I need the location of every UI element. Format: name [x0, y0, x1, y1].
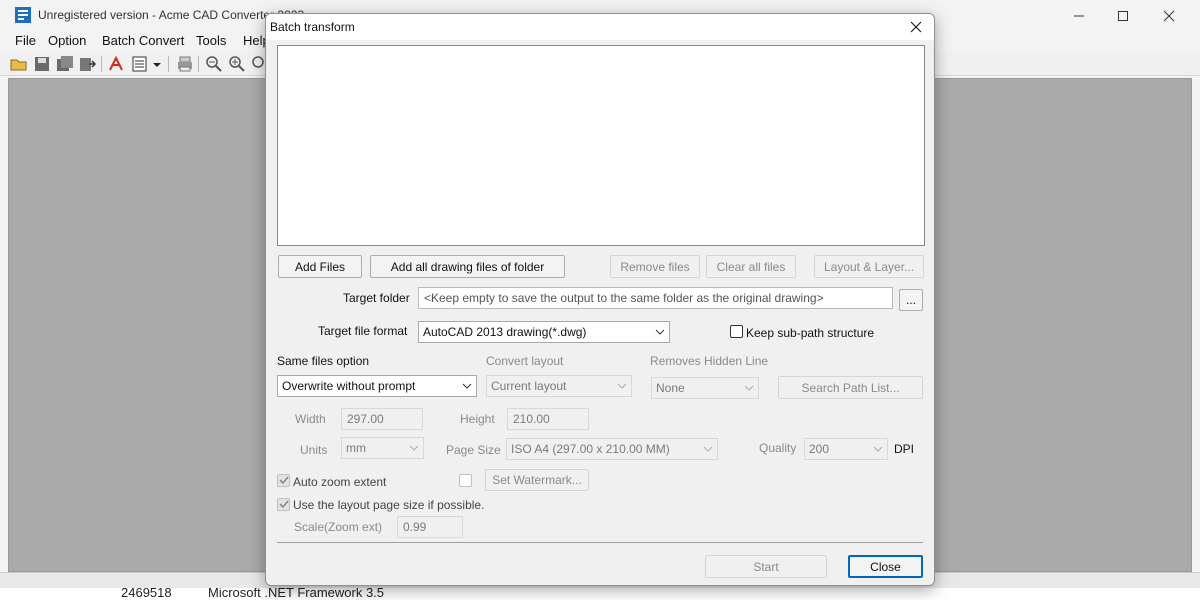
convert-layout-select[interactable]: Current layout [486, 375, 632, 397]
save-all-icon[interactable] [56, 55, 74, 73]
divider [277, 542, 923, 543]
browse-folder-button[interactable]: ... [899, 289, 923, 311]
chevron-down-icon [655, 329, 665, 335]
target-format-label: Target file format [318, 324, 408, 338]
target-format-select[interactable]: AutoCAD 2013 drawing(*.dwg) [418, 321, 670, 343]
checkmark-icon [279, 476, 289, 485]
background-row-name: Microsoft .NET Framework 3.5 [208, 588, 385, 600]
target-format-value: AutoCAD 2013 drawing(*.dwg) [423, 325, 587, 339]
export-icon[interactable] [79, 55, 97, 73]
chevron-down-icon [703, 446, 713, 452]
app-logo-icon [15, 7, 31, 23]
menu-option[interactable]: Option [48, 33, 86, 48]
batch-convert-icon[interactable] [131, 55, 149, 73]
layout-layer-button[interactable]: Layout & Layer... [814, 255, 924, 278]
close-button[interactable]: Close [848, 555, 923, 578]
quality-value: 200 [809, 442, 830, 456]
background-row-id: 2469518 [121, 588, 172, 600]
add-files-button[interactable]: Add Files [278, 255, 362, 278]
auto-zoom-checkbox[interactable] [277, 474, 290, 487]
page-size-label: Page Size [446, 443, 501, 457]
zoom-out-icon[interactable] [205, 55, 223, 73]
height-input[interactable]: 210.00 [507, 408, 589, 430]
print-icon[interactable] [176, 55, 194, 73]
page-size-select[interactable]: ISO A4 (297.00 x 210.00 MM) [506, 438, 718, 460]
height-label: Height [460, 412, 495, 426]
app-close-button[interactable] [1146, 4, 1192, 28]
layout-page-size-checkbox[interactable] [277, 498, 290, 511]
convert-layout-value: Current layout [491, 379, 567, 393]
close-icon [1163, 10, 1175, 22]
search-path-button[interactable]: Search Path List... [778, 376, 923, 399]
keep-subpath-label: Keep sub-path structure [746, 326, 875, 340]
hidden-line-label: Removes Hidden Line [650, 354, 769, 368]
batch-transform-dialog: Batch transform Add Files Add all drawin… [265, 13, 935, 586]
close-icon [910, 21, 922, 33]
convert-layout-label: Convert layout [486, 354, 564, 368]
dialog-close-button[interactable] [904, 16, 928, 38]
units-value: mm [346, 441, 366, 455]
file-list[interactable] [277, 45, 925, 246]
set-watermark-button[interactable]: Set Watermark... [485, 469, 589, 491]
chevron-down-icon [409, 445, 419, 451]
dialog-titlebar: Batch transform [266, 14, 934, 40]
remove-files-button[interactable]: Remove files [610, 255, 700, 278]
keep-subpath-checkbox[interactable] [730, 325, 743, 338]
left-panel-edge [0, 78, 8, 572]
target-folder-input[interactable]: <Keep empty to save the output to the sa… [418, 287, 893, 309]
same-files-label: Same files option [277, 354, 370, 368]
layout-page-size-label: Use the layout page size if possible. [293, 498, 485, 512]
clear-all-files-button[interactable]: Clear all files [706, 255, 796, 278]
toolbar-separator [168, 56, 169, 72]
page-size-value: ISO A4 (297.00 x 210.00 MM) [511, 442, 670, 456]
open-folder-icon[interactable] [10, 55, 28, 73]
hidden-line-value: None [656, 381, 685, 395]
minimize-icon [1074, 15, 1084, 17]
units-select[interactable]: mm [341, 437, 424, 459]
right-panel-edge [1192, 78, 1200, 572]
zoom-window-icon[interactable] [251, 55, 265, 73]
watermark-checkbox[interactable] [459, 474, 472, 487]
scale-label: Scale(Zoom ext) [294, 520, 383, 534]
chevron-down-icon [617, 383, 627, 389]
scale-input[interactable]: 0.99 [397, 516, 463, 538]
same-files-value: Overwrite without prompt [282, 379, 416, 393]
quality-label: Quality [759, 441, 797, 455]
target-folder-label: Target folder [343, 291, 410, 305]
checkmark-icon [279, 500, 289, 509]
add-folder-button[interactable]: Add all drawing files of folder [370, 255, 565, 278]
menu-batch-convert[interactable]: Batch Convert [102, 33, 184, 48]
pdf-icon[interactable] [107, 55, 125, 73]
background-list-row: 2469518 Microsoft .NET Framework 3.5 [0, 588, 1200, 600]
maximize-icon [1118, 11, 1128, 21]
menu-tools[interactable]: Tools [196, 33, 226, 48]
maximize-button[interactable] [1100, 4, 1146, 28]
hidden-line-select[interactable]: None [651, 377, 759, 399]
chevron-down-icon [462, 383, 472, 389]
zoom-in-icon[interactable] [228, 55, 246, 73]
toolbar-separator [101, 56, 102, 72]
auto-zoom-label: Auto zoom extent [293, 475, 387, 489]
dpi-unit-label: DPI [894, 442, 915, 456]
width-label: Width [295, 412, 326, 426]
chevron-down-icon [744, 385, 754, 391]
toolbar-separator [198, 56, 199, 72]
save-icon[interactable] [33, 55, 51, 73]
minimize-button[interactable] [1056, 4, 1102, 28]
units-label: Units [300, 443, 328, 457]
quality-select[interactable]: 200 [804, 438, 888, 460]
start-button[interactable]: Start [705, 555, 827, 578]
same-files-select[interactable]: Overwrite without prompt [277, 375, 477, 397]
width-input[interactable]: 297.00 [341, 408, 423, 430]
chevron-down-icon[interactable] [152, 55, 162, 73]
chevron-down-icon [873, 446, 883, 452]
menu-file[interactable]: File [15, 33, 36, 48]
dialog-title: Batch transform [270, 20, 355, 34]
